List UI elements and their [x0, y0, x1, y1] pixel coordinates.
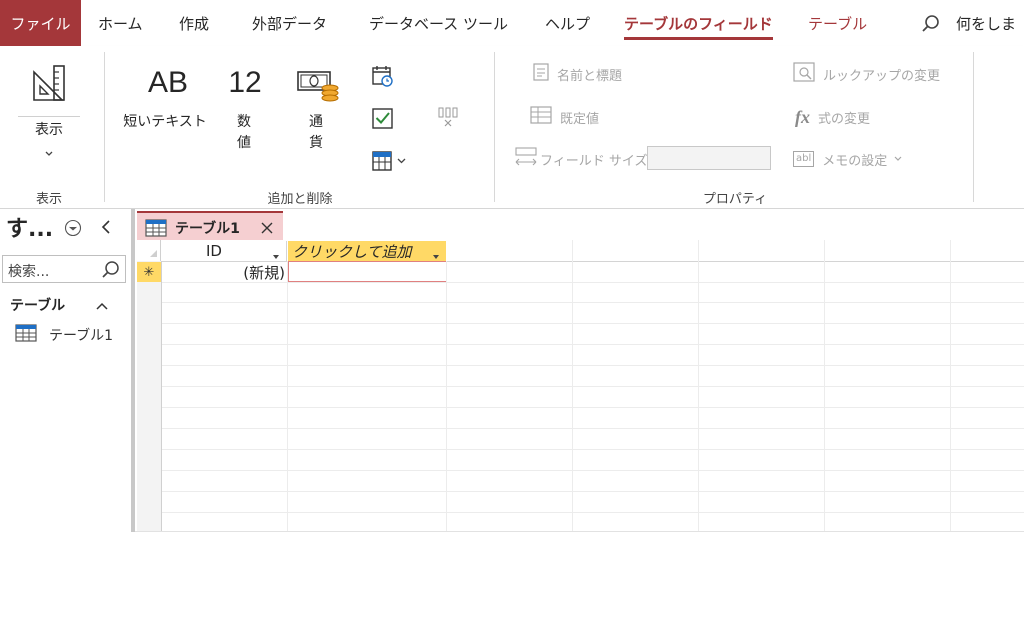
tab-create[interactable]: 作成 [179, 0, 209, 46]
tab-external-data[interactable]: 外部データ [252, 0, 327, 46]
ribbon-separator [494, 52, 495, 202]
chevron-down-icon [893, 152, 903, 167]
ribbon-separator [104, 52, 105, 202]
new-record-add-cell[interactable] [288, 261, 447, 282]
tab-help[interactable]: ヘルプ [545, 0, 590, 46]
number-button-line1[interactable]: 数 [224, 112, 264, 133]
datasheet-bottom-edge [135, 531, 1024, 532]
select-all-corner[interactable] [137, 240, 161, 261]
nav-item-table1[interactable]: テーブル1 [0, 321, 131, 347]
grid-line [162, 491, 1024, 492]
tab-database-tools[interactable]: データベース ツール [369, 0, 508, 46]
tab-home[interactable]: ホーム [98, 0, 143, 46]
currency-button-line1[interactable]: 通 [298, 112, 334, 133]
grid-line [162, 323, 1024, 324]
grid-line [162, 470, 1024, 471]
ribbon-tab-bar: ファイル ホーム 作成 外部データ データベース ツール ヘルプ テーブルのフィ… [0, 0, 1024, 46]
grid-line [162, 344, 1024, 345]
modify-expression-button[interactable]: fx 式の変更 [795, 106, 870, 128]
grid-line [162, 386, 1024, 387]
modify-expression-label: 式の変更 [818, 111, 871, 127]
nav-section-tables[interactable]: テーブル [10, 295, 65, 315]
navigation-pane: す... 検索... テーブル テーブル1 [0, 209, 131, 532]
record-selector-column [137, 261, 162, 532]
grid-line [162, 365, 1024, 366]
search-input[interactable]: 検索... [2, 255, 126, 283]
grid-line [162, 449, 1024, 450]
search-icon[interactable] [101, 260, 121, 280]
lookup-icon [793, 62, 815, 86]
grid-line [162, 512, 1024, 513]
default-value-icon [530, 106, 552, 128]
tell-me-input[interactable]: 何をしま [956, 0, 1016, 46]
click-to-add-label: クリックして追加 [292, 242, 412, 261]
close-icon[interactable] [260, 221, 274, 235]
default-value-button[interactable]: 既定値 [530, 106, 600, 128]
ribbon: 表示 表示 AB 短いテキスト 12 数 値 通 貨 追加と削除 名前と標題 既… [0, 46, 1024, 209]
tab-table[interactable]: テーブル [808, 0, 867, 46]
search-placeholder: 検索... [8, 264, 50, 280]
view-design-icon[interactable] [28, 62, 72, 106]
doc-tab-table1[interactable]: テーブル1 [137, 211, 283, 242]
group-label-add-delete: 追加と削除 [267, 192, 333, 207]
number-icon[interactable]: 12 [224, 66, 266, 100]
doc-tab-label: テーブル1 [175, 220, 240, 237]
modify-lookups-label: ルックアップの変更 [823, 68, 941, 84]
grid-line [824, 240, 825, 532]
table-icon [145, 218, 167, 237]
active-tab-underline [624, 37, 773, 40]
view-button[interactable]: 表示 [18, 120, 80, 141]
nav-item-label: テーブル1 [49, 328, 114, 344]
new-record-id-cell[interactable]: (新規) [162, 262, 287, 282]
memo-icon: abl [793, 151, 815, 167]
grid-line [162, 302, 1024, 303]
short-text-button[interactable]: 短いテキスト [118, 112, 212, 133]
memo-settings-label: メモの設定 [822, 153, 888, 169]
grid-line [572, 240, 573, 532]
grid-line [698, 240, 699, 532]
column-header-click-to-add[interactable]: クリックして追加 [288, 241, 446, 261]
fx-icon: fx [795, 106, 810, 127]
grid-line [287, 261, 288, 532]
group-label-view: 表示 [35, 192, 62, 207]
field-size-input[interactable] [647, 146, 771, 170]
table-icon [15, 324, 37, 342]
new-record-selector[interactable]: ✳ [137, 262, 161, 282]
field-size-label: フィールド サイズ [540, 153, 648, 169]
grid-line [162, 407, 1024, 408]
name-caption-label: 名前と標題 [557, 68, 623, 84]
yes-no-checkbox-icon[interactable] [371, 106, 395, 130]
name-caption-icon [533, 63, 549, 85]
more-fields-icon[interactable] [371, 149, 411, 173]
grid-line [162, 428, 1024, 429]
group-label-properties: プロパティ [702, 192, 768, 207]
short-text-icon[interactable]: AB [138, 66, 198, 100]
grid-line [446, 261, 447, 532]
nav-menu-icon[interactable] [64, 219, 82, 237]
name-caption-button[interactable]: 名前と標題 [533, 63, 623, 85]
tab-file[interactable]: ファイル [0, 0, 81, 46]
nav-pane-title[interactable]: す... [6, 211, 53, 243]
chevron-down-icon[interactable] [43, 144, 55, 156]
delete-field-icon[interactable] [436, 106, 460, 130]
column-header-id-label: ID [206, 242, 222, 260]
field-size-label-group: フィールド サイズ [514, 146, 647, 172]
number-button-line2[interactable]: 値 [224, 133, 264, 154]
search-icon[interactable] [921, 14, 941, 34]
grid-line [950, 240, 951, 532]
currency-button-line2[interactable]: 貨 [298, 133, 334, 154]
modify-lookups-button[interactable]: ルックアップの変更 [793, 62, 941, 86]
column-header-id[interactable]: ID [162, 241, 287, 261]
ribbon-separator [973, 52, 974, 202]
currency-icon[interactable] [296, 66, 340, 102]
view-divider [18, 116, 80, 117]
chevron-up-icon[interactable] [95, 297, 109, 310]
grid-line [162, 282, 1024, 283]
collapse-pane-icon[interactable] [99, 218, 115, 236]
date-time-icon[interactable] [371, 64, 395, 88]
memo-settings-button[interactable]: abl メモの設定 [793, 149, 903, 169]
default-value-label: 既定値 [560, 111, 600, 127]
field-size-icon [514, 146, 538, 172]
